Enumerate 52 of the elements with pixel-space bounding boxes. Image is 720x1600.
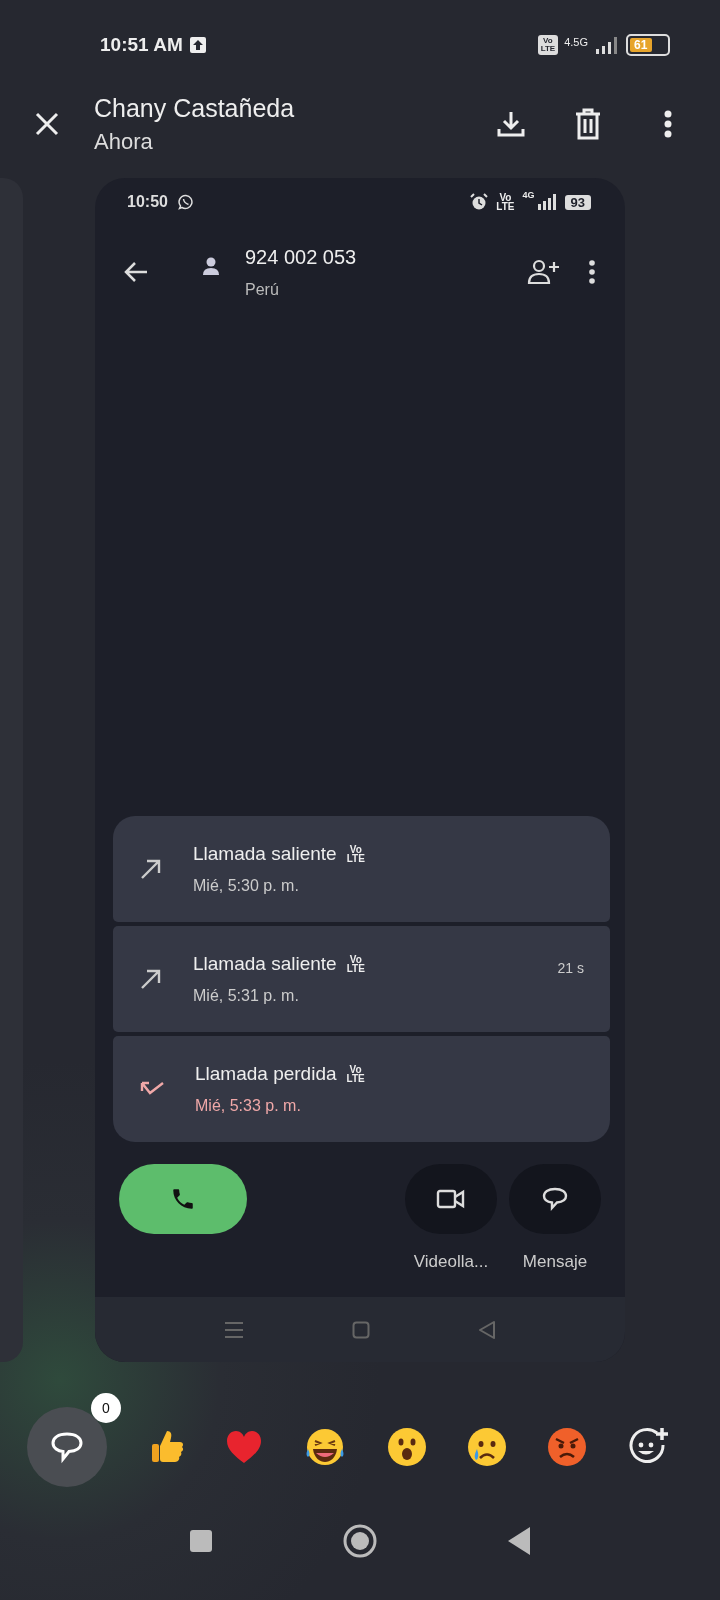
country-label: Perú <box>245 280 280 299</box>
call-time: Mié, 5:30 p. m. <box>193 877 300 895</box>
call-type: Llamada saliente <box>193 953 337 975</box>
battery-level: 93 <box>564 194 591 210</box>
chat-bubble-icon <box>49 1430 85 1464</box>
home-icon[interactable] <box>343 1524 377 1558</box>
network-type: 4.5G <box>564 36 588 48</box>
add-contact-icon[interactable] <box>527 259 561 285</box>
volte-label: Vo LTE <box>346 1064 365 1084</box>
chat-bubble-icon <box>177 194 194 210</box>
battery-level: 61 <box>626 34 670 56</box>
more-icon[interactable] <box>589 260 595 284</box>
volte-label: Vo LTE <box>346 954 365 974</box>
message-icon <box>541 1186 569 1212</box>
video-camera-icon <box>436 1188 466 1210</box>
heart-icon[interactable] <box>225 1430 263 1464</box>
phone-icon <box>170 1186 196 1212</box>
outgoing-call-icon <box>139 857 163 881</box>
volte-badge: Vo LTE <box>537 35 559 55</box>
person-icon <box>201 256 221 276</box>
comment-count-badge: 0 <box>91 1393 121 1423</box>
alarm-icon <box>470 193 489 211</box>
volte-label: Vo LTE <box>346 844 365 864</box>
status-time: 10:51 AM <box>100 34 183 56</box>
signal-icon <box>536 193 557 211</box>
signal-icon <box>594 35 620 55</box>
call-time: Mié, 5:31 p. m. <box>193 987 300 1005</box>
download-icon[interactable] <box>496 109 526 139</box>
volte-label: Vo LTE <box>496 192 515 212</box>
sent-time: Ahora <box>94 128 154 155</box>
menu-icon[interactable] <box>224 1320 244 1339</box>
phone-number: 924 002 053 <box>245 245 358 269</box>
back-arrow-icon[interactable] <box>123 261 149 283</box>
call-duration: 21 s <box>557 960 584 976</box>
sender-name: Chany Castañeda <box>94 93 296 123</box>
recents-icon[interactable] <box>189 1529 213 1553</box>
action-label: Videolla... <box>413 1252 489 1272</box>
call-time: Mié, 5:33 p. m. <box>195 1097 302 1115</box>
outgoing-call-icon <box>139 967 163 991</box>
action-label: Mensaje <box>522 1252 588 1272</box>
back-icon[interactable] <box>507 1526 531 1556</box>
more-icon[interactable] <box>664 110 672 138</box>
surprised-face-icon[interactable] <box>387 1427 427 1467</box>
angry-face-icon[interactable] <box>547 1427 587 1467</box>
call-type: Llamada saliente <box>193 843 337 865</box>
upload-icon <box>188 36 207 54</box>
network-type: 4G <box>522 190 535 200</box>
crying-face-icon[interactable] <box>467 1427 507 1467</box>
call-type: Llamada perdida <box>195 1063 337 1085</box>
trash-icon[interactable] <box>574 108 602 140</box>
status-time: 10:50 <box>127 193 168 211</box>
close-icon[interactable] <box>34 111 60 137</box>
